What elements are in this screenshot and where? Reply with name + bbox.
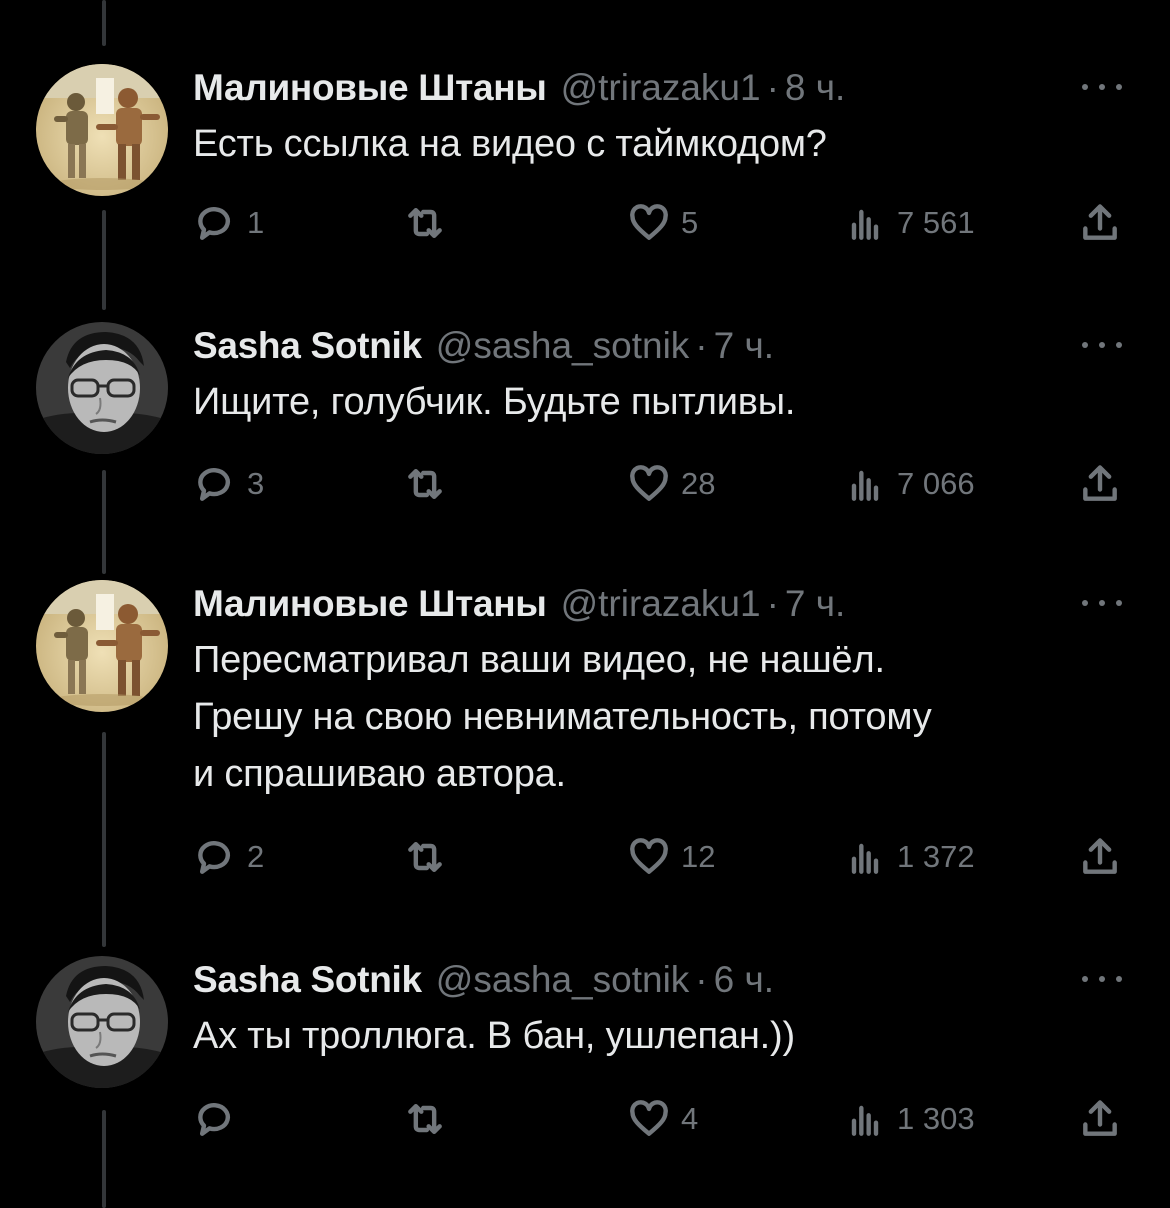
- like-icon: [630, 204, 668, 240]
- share-button[interactable]: [1078, 1094, 1122, 1144]
- views-icon: [851, 1105, 879, 1136]
- tweet-text: Есть ссылка на видео с таймкодом?: [193, 123, 827, 165]
- tweet-text: Ах ты троллюга. В бан, ушлепан.)): [193, 1015, 795, 1057]
- reply-icon: [198, 841, 230, 874]
- author-handle[interactable]: @trirazaku1: [561, 583, 761, 625]
- author-name[interactable]: Sasha Sotnik: [193, 959, 422, 1001]
- views-button[interactable]: 1 303: [843, 1094, 975, 1144]
- more-icon[interactable]: [1076, 330, 1128, 360]
- timestamp[interactable]: 6 ч.: [714, 959, 774, 1001]
- like-button[interactable]: 4: [627, 1094, 698, 1144]
- retweet-button[interactable]: [403, 832, 447, 882]
- views-icon: [851, 470, 879, 501]
- retweet-icon: [408, 1103, 442, 1135]
- author-name[interactable]: Малиновые Штаны: [193, 67, 547, 109]
- views-count: 1 303: [897, 1101, 975, 1136]
- tweet-actions: 3 28 7 066: [193, 459, 1143, 509]
- like-count: 4: [681, 1101, 699, 1136]
- reply-icon: [198, 468, 230, 501]
- more-icon[interactable]: [1076, 72, 1128, 102]
- retweet-icon: [408, 468, 442, 500]
- timestamp[interactable]: 7 ч.: [785, 583, 845, 625]
- tweet-text: Пересматривал ваши видео, не нашёл. Греш…: [193, 639, 932, 795]
- share-button[interactable]: [1078, 198, 1122, 248]
- separator-dot: ·: [695, 959, 708, 1000]
- thread-line: [102, 470, 106, 574]
- reply-button[interactable]: [193, 1094, 247, 1144]
- views-icon: [851, 843, 879, 874]
- author-handle[interactable]: @sasha_sotnik: [436, 959, 690, 1001]
- tweet-header: Sasha Sotnik @sasha_sotnik · 7 ч.: [193, 322, 1140, 370]
- retweet-button[interactable]: [403, 1094, 447, 1144]
- thread-line: [102, 732, 106, 947]
- share-icon: [1083, 1100, 1117, 1136]
- thread-line: [102, 210, 106, 310]
- share-button[interactable]: [1078, 832, 1122, 882]
- separator-dot: ·: [695, 325, 708, 366]
- like-count: 28: [681, 466, 716, 501]
- views-button[interactable]: 7 561: [843, 198, 975, 248]
- avatar[interactable]: [36, 956, 168, 1088]
- tweet-actions: 4 1 303: [193, 1094, 1143, 1144]
- author-handle[interactable]: @trirazaku1: [561, 67, 761, 109]
- author-name[interactable]: Малиновые Штаны: [193, 583, 547, 625]
- retweet-icon: [408, 841, 442, 873]
- reply-button[interactable]: 2: [193, 832, 264, 882]
- more-icon[interactable]: [1076, 588, 1128, 618]
- author-name[interactable]: Sasha Sotnik: [193, 325, 422, 367]
- views-count: 7 066: [897, 466, 975, 501]
- share-icon: [1083, 204, 1117, 240]
- tweet-header: Малиновые Штаны @trirazaku1 · 8 ч.: [193, 64, 1140, 112]
- like-button[interactable]: 5: [627, 198, 698, 248]
- timestamp[interactable]: 7 ч.: [714, 325, 774, 367]
- thread-line: [102, 1110, 106, 1208]
- like-button[interactable]: 28: [627, 459, 715, 509]
- share-button[interactable]: [1078, 459, 1122, 509]
- retweet-button[interactable]: [403, 459, 447, 509]
- views-count: 1 372: [897, 839, 975, 874]
- separator-dot: ·: [766, 583, 779, 624]
- reply-count: 1: [247, 205, 265, 240]
- views-button[interactable]: 1 372: [843, 832, 975, 882]
- tweet-actions: 2 12 1 372: [193, 832, 1143, 882]
- like-button[interactable]: 12: [627, 832, 715, 882]
- reply-icon: [198, 207, 230, 240]
- like-count: 12: [681, 839, 716, 874]
- avatar[interactable]: [36, 580, 168, 712]
- reply-button[interactable]: 1: [193, 198, 264, 248]
- reply-count: 3: [247, 466, 265, 501]
- tweet-header: Малиновые Штаны @trirazaku1 · 7 ч.: [193, 580, 1140, 628]
- like-icon: [630, 465, 668, 501]
- tweet-header: Sasha Sotnik @sasha_sotnik · 6 ч.: [193, 956, 1140, 1004]
- thread-line: [102, 0, 106, 46]
- reply-button[interactable]: 3: [193, 459, 264, 509]
- tweet-actions: 1 5 7 561: [193, 198, 1143, 248]
- retweet-button[interactable]: [403, 198, 447, 248]
- share-icon: [1083, 465, 1117, 501]
- more-icon[interactable]: [1076, 964, 1128, 994]
- views-button[interactable]: 7 066: [843, 459, 975, 509]
- views-icon: [851, 209, 879, 240]
- like-icon: [630, 1100, 668, 1136]
- like-count: 5: [681, 205, 699, 240]
- retweet-icon: [408, 207, 442, 239]
- author-handle[interactable]: @sasha_sotnik: [436, 325, 690, 367]
- tweet-text: Ищите, голубчик. Будьте пытливы.: [193, 381, 796, 423]
- reply-icon: [198, 1103, 230, 1136]
- like-icon: [630, 838, 668, 874]
- share-icon: [1083, 838, 1117, 874]
- reply-count: 2: [247, 839, 265, 874]
- avatar[interactable]: [36, 322, 168, 454]
- separator-dot: ·: [766, 67, 779, 108]
- avatar[interactable]: [36, 64, 168, 196]
- views-count: 7 561: [897, 205, 975, 240]
- timestamp[interactable]: 8 ч.: [785, 67, 845, 109]
